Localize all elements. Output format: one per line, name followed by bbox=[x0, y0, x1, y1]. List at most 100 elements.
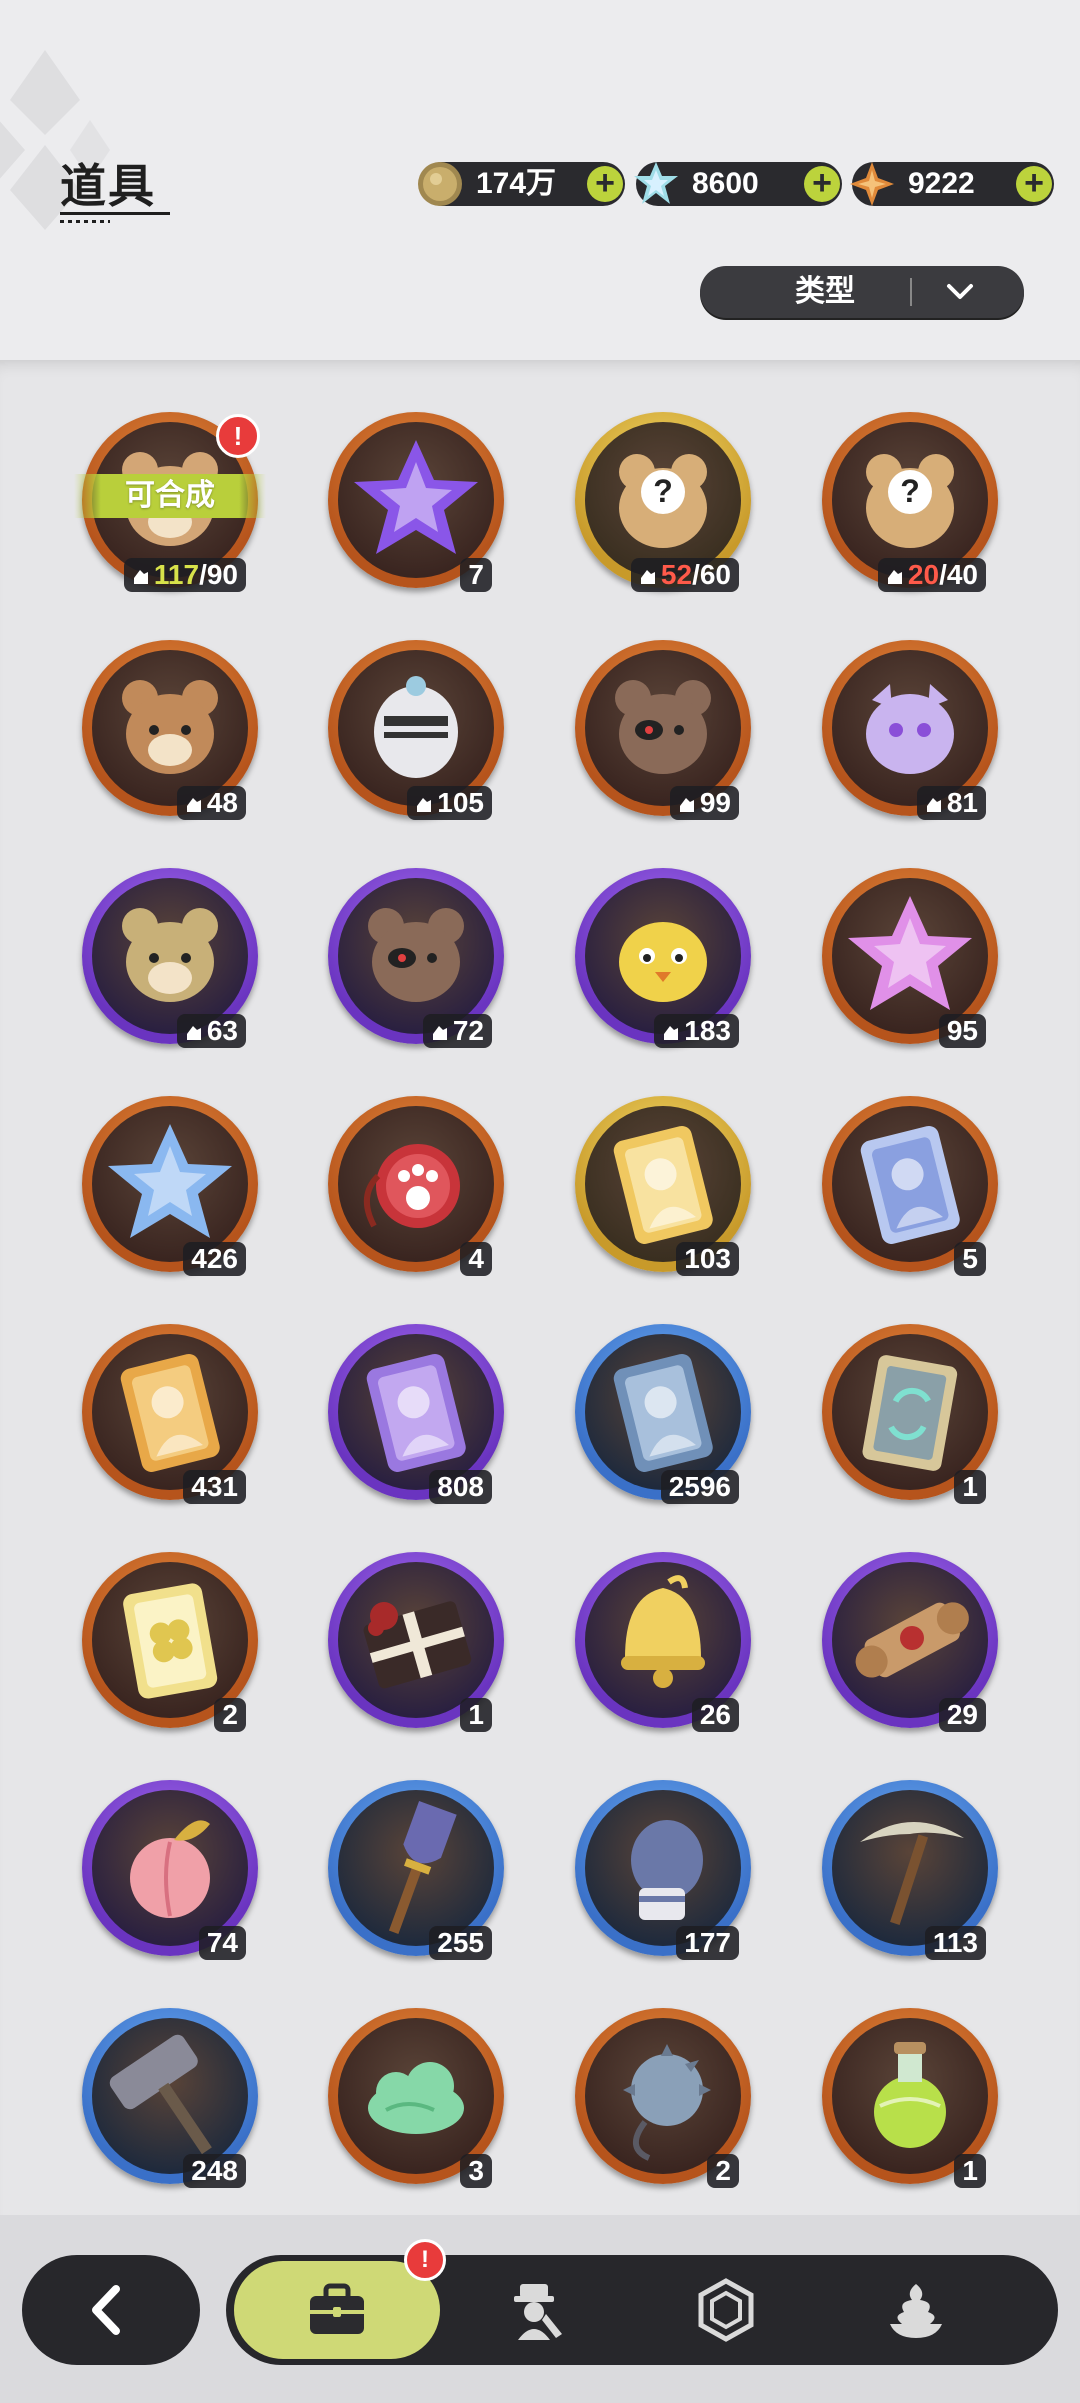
mystery-bear-icon: ? bbox=[619, 454, 707, 548]
item-icon-frame bbox=[585, 1562, 741, 1718]
inventory-item[interactable]: 7 bbox=[328, 412, 504, 592]
potion-bottle-icon bbox=[874, 2042, 946, 2148]
inventory-item[interactable]: 2 bbox=[575, 2008, 751, 2188]
inventory-item[interactable]: 48 bbox=[82, 640, 258, 820]
item-required-count: /90 bbox=[199, 559, 238, 590]
item-icon-frame bbox=[92, 1334, 248, 1490]
item-count-badge: 248 bbox=[183, 2154, 246, 2188]
inventory-item[interactable]: 29 bbox=[822, 1552, 998, 1732]
item-count: 1 bbox=[962, 2155, 978, 2186]
item-icon-frame bbox=[585, 650, 741, 806]
item-icon-frame bbox=[585, 878, 741, 1034]
item-count-badge: 63 bbox=[176, 1014, 246, 1048]
inventory-item[interactable]: 248 bbox=[82, 2008, 258, 2188]
inventory-item[interactable]: 426 bbox=[82, 1096, 258, 1276]
item-icon-frame bbox=[832, 1562, 988, 1718]
shard-icon bbox=[679, 798, 694, 812]
add-star-gem-button[interactable]: + bbox=[1016, 166, 1052, 202]
inventory-item[interactable]: ? 52/60 bbox=[575, 412, 751, 592]
item-count-badge: 20/40 bbox=[877, 558, 986, 592]
item-count-badge: 4 bbox=[460, 1242, 492, 1276]
item-count: 52 bbox=[660, 559, 693, 590]
item-count-badge: 177 bbox=[676, 1926, 739, 1960]
inventory-item[interactable]: 4 bbox=[328, 1096, 504, 1276]
purple-crystal-clock-icon bbox=[354, 440, 478, 554]
item-count: 99 bbox=[699, 787, 731, 818]
item-count-badge: 105 bbox=[407, 786, 492, 820]
inventory-item[interactable]: ? 20/40 bbox=[822, 412, 998, 592]
back-button[interactable] bbox=[22, 2255, 200, 2365]
item-count-badge: 2596 bbox=[660, 1470, 739, 1504]
inventory-item[interactable]: 255 bbox=[328, 1780, 504, 1960]
inventory-item[interactable]: 431 bbox=[82, 1324, 258, 1504]
tab-characters[interactable] bbox=[456, 2255, 616, 2365]
spiked-ball-icon bbox=[623, 2044, 711, 2161]
item-count-badge: 183 bbox=[654, 1014, 739, 1048]
item-icon-frame bbox=[338, 1106, 494, 1262]
item-count: 29 bbox=[946, 1699, 978, 1730]
item-icon-frame bbox=[585, 1334, 741, 1490]
item-count-badge: 29 bbox=[938, 1698, 986, 1732]
item-icon-frame bbox=[832, 1334, 988, 1490]
item-count-badge: 113 bbox=[924, 1926, 986, 1960]
item-count-badge: 255 bbox=[429, 1926, 492, 1960]
inventory-item[interactable]: 1 bbox=[822, 1324, 998, 1504]
type-filter-label: 类型 bbox=[795, 275, 855, 308]
inventory-item[interactable]: 5 bbox=[822, 1096, 998, 1276]
inventory-item[interactable]: 1 bbox=[822, 2008, 998, 2188]
type-filter-dropdown[interactable]: 类型 bbox=[700, 266, 1024, 318]
currency-gold-value: 174万 bbox=[476, 167, 557, 200]
bottom-nav: ! bbox=[226, 2239, 1058, 2365]
item-count: 20 bbox=[907, 559, 940, 590]
inventory-item[interactable]: 105 bbox=[328, 640, 504, 820]
inventory-item[interactable]: 99 bbox=[575, 640, 751, 820]
inventory-item[interactable]: 63 bbox=[82, 868, 258, 1048]
item-count: 808 bbox=[437, 1471, 484, 1502]
page-title: 道具 bbox=[60, 160, 156, 212]
item-count-badge: 1 bbox=[954, 2154, 986, 2188]
inventory-item[interactable]: 103 bbox=[575, 1096, 751, 1276]
item-icon-frame bbox=[832, 650, 988, 806]
item-icon-frame bbox=[338, 1562, 494, 1718]
filter-separator bbox=[910, 278, 912, 306]
item-required-count: /60 bbox=[692, 559, 731, 590]
add-crystal-button[interactable]: + bbox=[804, 166, 840, 202]
item-icon-frame bbox=[92, 878, 248, 1034]
tab-gems[interactable] bbox=[646, 2255, 806, 2365]
inventory-item[interactable]: 177 bbox=[575, 1780, 751, 1960]
item-icon-frame bbox=[338, 650, 494, 806]
item-count-badge: 1 bbox=[460, 1698, 492, 1732]
inventory-item[interactable]: 1 bbox=[328, 1552, 504, 1732]
eyepatch-bear-icon bbox=[368, 908, 464, 1002]
rainbow-character-card-icon bbox=[860, 1125, 960, 1244]
inventory-item[interactable]: 808 bbox=[328, 1324, 504, 1504]
purple-card-icon bbox=[366, 1353, 466, 1472]
tab-inventory[interactable]: ! bbox=[230, 2239, 446, 2365]
inventory-item[interactable]: 2 bbox=[82, 1552, 258, 1732]
item-count: 3 bbox=[468, 2155, 484, 2186]
item-count-badge: 426 bbox=[183, 1242, 246, 1276]
item-count-badge: 81 bbox=[916, 786, 986, 820]
clover-card-icon bbox=[123, 1583, 218, 1699]
star-gem-icon bbox=[850, 162, 894, 206]
item-icon-frame bbox=[832, 2018, 988, 2174]
title-underline bbox=[60, 212, 170, 215]
inventory-item[interactable]: 74 bbox=[82, 1780, 258, 1960]
add-gold-button[interactable]: + bbox=[587, 166, 623, 202]
tab-desserts[interactable] bbox=[836, 2255, 996, 2365]
inventory-item[interactable]: 2596 bbox=[575, 1324, 751, 1504]
inventory-item[interactable]: 95 bbox=[822, 868, 998, 1048]
item-count-badge: 5 bbox=[954, 1242, 986, 1276]
item-icon-frame bbox=[832, 878, 988, 1034]
inventory-item[interactable]: 26 bbox=[575, 1552, 751, 1732]
inventory-item[interactable]: 72 bbox=[328, 868, 504, 1048]
inventory-item[interactable]: 81 bbox=[822, 640, 998, 820]
item-count-badge: 72 bbox=[422, 1014, 492, 1048]
orange-card-icon bbox=[120, 1353, 220, 1472]
hexagon-gem-icon bbox=[698, 2278, 754, 2342]
inventory-item[interactable]: 3 bbox=[328, 2008, 504, 2188]
item-count: 1 bbox=[962, 1471, 978, 1502]
inventory-item[interactable]: 可合成 117/90! bbox=[74, 412, 266, 592]
inventory-item[interactable]: 183 bbox=[575, 868, 751, 1048]
inventory-item[interactable]: 113 bbox=[822, 1780, 998, 1960]
